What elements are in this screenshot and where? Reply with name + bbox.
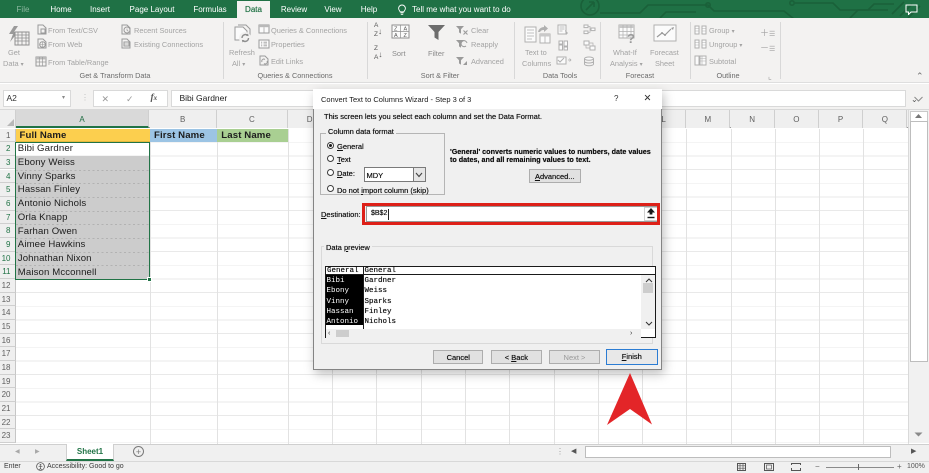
svg-text:?: ? (627, 31, 635, 46)
svg-text:A: A (394, 33, 398, 39)
svg-text:A: A (404, 26, 408, 32)
